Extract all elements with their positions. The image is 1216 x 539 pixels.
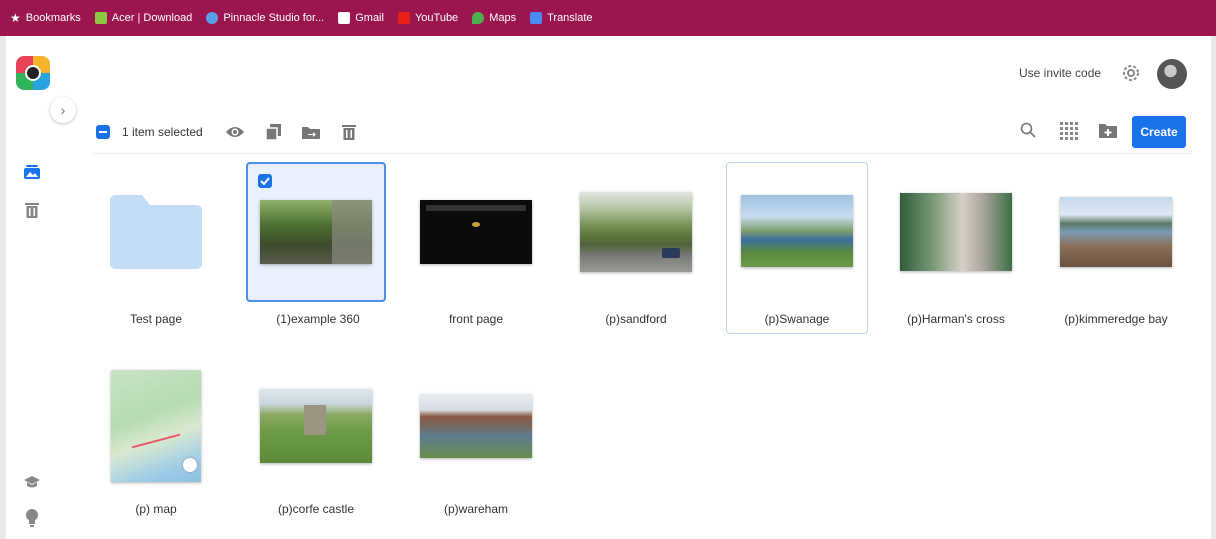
- lightbulb-icon: [26, 509, 38, 527]
- search-icon: [1020, 122, 1036, 138]
- image-thumbnail: [900, 193, 1012, 271]
- tile-label: (p)Harman's cross: [907, 312, 1005, 326]
- invite-code-link[interactable]: Use invite code: [1019, 66, 1101, 80]
- expand-sidebar-button[interactable]: ›: [50, 97, 76, 123]
- media-tile[interactable]: (p)wareham: [406, 356, 546, 516]
- selection-toolbar: 1 item selected: [96, 120, 377, 144]
- bookmark-label: Translate: [547, 12, 593, 24]
- tile-label: (p)kimmeredge bay: [1064, 312, 1168, 326]
- create-button[interactable]: Create: [1132, 116, 1186, 148]
- media-tile[interactable]: (p) map: [86, 356, 226, 516]
- bookmark-label: Gmail: [355, 12, 384, 24]
- settings-button[interactable]: [1121, 63, 1141, 83]
- user-avatar[interactable]: [1157, 59, 1187, 89]
- tile-label: (p) map: [135, 502, 177, 516]
- acer-icon: [94, 12, 107, 24]
- sidebar-media-library[interactable]: [22, 162, 42, 182]
- youtube-icon: [397, 12, 410, 24]
- bookmark-label: YouTube: [414, 12, 459, 24]
- media-tile[interactable]: (p)kimmeredge bay: [1046, 162, 1186, 326]
- image-thumbnail: [111, 370, 201, 482]
- checkbox-checked-icon[interactable]: [258, 174, 272, 188]
- grid-view-icon: [1060, 122, 1078, 140]
- bookmark-pinnacle[interactable]: Pinnacle Studio for...: [206, 12, 324, 24]
- deselect-checkbox[interactable]: [96, 125, 110, 139]
- copy-icon: [264, 124, 281, 140]
- image-thumbnail: [1060, 197, 1172, 267]
- preview-button[interactable]: [225, 122, 245, 142]
- bookmark-youtube[interactable]: YouTube: [397, 12, 459, 24]
- toolbar-divider: [92, 153, 1192, 154]
- star-icon: ★: [10, 11, 21, 25]
- image-thumbnail: [260, 200, 372, 264]
- media-tile-hovered[interactable]: (p)Swanage: [726, 162, 868, 334]
- bookmark-label: Pinnacle Studio for...: [223, 12, 325, 24]
- image-thumbnail: [420, 394, 532, 458]
- tile-label: (p)Swanage: [764, 312, 830, 326]
- move-button[interactable]: [301, 122, 321, 142]
- chevron-right-icon: ›: [60, 102, 66, 118]
- tile-label: Test page: [129, 312, 183, 326]
- eye-icon: [225, 127, 244, 137]
- trash-icon: [25, 203, 39, 218]
- tile-label: (p)sandford: [605, 312, 667, 326]
- app-logo[interactable]: [16, 56, 50, 90]
- folder-tile[interactable]: Test page: [86, 162, 226, 326]
- media-tile[interactable]: (p)Harman's cross: [886, 162, 1026, 326]
- duplicate-button[interactable]: [263, 122, 283, 142]
- bookmark-maps[interactable]: Maps: [472, 12, 516, 24]
- bookmark-translate[interactable]: Translate: [530, 12, 593, 24]
- image-thumbnail: [260, 389, 372, 463]
- new-folder-button[interactable]: [1099, 122, 1117, 143]
- media-tile[interactable]: (p)sandford: [566, 162, 706, 326]
- gear-icon: [1123, 65, 1139, 81]
- left-window-border: [0, 36, 6, 539]
- image-thumbnail: [741, 195, 853, 267]
- sidebar-trash[interactable]: [22, 200, 42, 220]
- pinnacle-icon: [206, 12, 219, 24]
- translate-icon: [530, 12, 543, 24]
- tile-label: front page: [448, 312, 504, 326]
- gmail-icon: [338, 12, 351, 24]
- bookmark-bookmarks[interactable]: ★ Bookmarks: [10, 11, 81, 25]
- bookmark-label: Acer | Download: [111, 12, 193, 24]
- tile-label: (1)example 360: [276, 312, 360, 326]
- view-toggle-button[interactable]: [1060, 122, 1078, 145]
- folder-icon: [110, 195, 202, 269]
- selection-count: 1 item selected: [122, 125, 203, 139]
- bookmark-label: Maps: [489, 12, 517, 24]
- right-window-border: [1211, 36, 1216, 539]
- bookmark-gmail[interactable]: Gmail: [338, 12, 384, 24]
- maps-icon: [472, 12, 485, 24]
- image-thumbnail: [580, 192, 692, 272]
- tile-label: (p)corfe castle: [277, 502, 355, 516]
- delete-button[interactable]: [339, 122, 359, 142]
- new-folder-icon: [1099, 124, 1117, 138]
- sidebar-tips[interactable]: [22, 508, 42, 528]
- search-button[interactable]: [1020, 122, 1036, 143]
- tile-label: (p)wareham: [443, 502, 509, 516]
- photo-library-icon: [24, 165, 40, 179]
- media-tile[interactable]: (p)corfe castle: [246, 356, 386, 516]
- bookmark-label: Bookmarks: [25, 12, 81, 24]
- graduation-cap-icon: [24, 476, 40, 488]
- move-to-folder-icon: [301, 127, 320, 139]
- media-tile[interactable]: front page: [406, 162, 546, 326]
- sidebar-tutorials[interactable]: [22, 472, 42, 492]
- bookmark-acer[interactable]: Acer | Download: [94, 12, 193, 24]
- trash-icon: [341, 125, 356, 140]
- media-tile-selected[interactable]: (1)example 360: [246, 162, 386, 326]
- bookmarks-bar: ★ Bookmarks Acer | Download Pinnacle Stu…: [0, 0, 1216, 36]
- image-thumbnail: [420, 200, 532, 264]
